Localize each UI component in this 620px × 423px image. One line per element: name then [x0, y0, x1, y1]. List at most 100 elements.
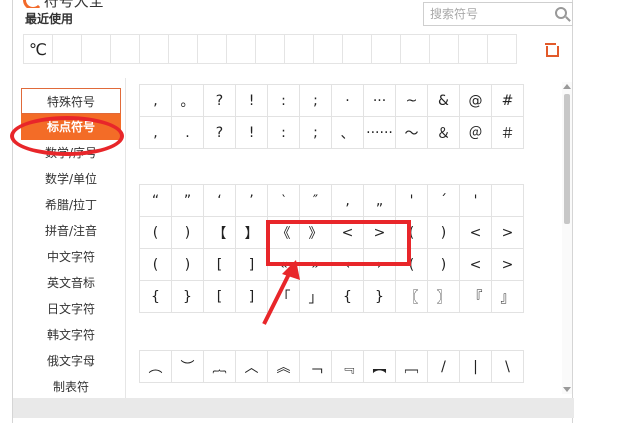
scroll-up-icon[interactable] — [563, 84, 571, 89]
symbol-cell[interactable]: ( — [139, 216, 172, 249]
symbol-cell[interactable]: ‘ — [203, 184, 236, 217]
symbol-cell[interactable]: ‚ — [331, 184, 364, 217]
recent-symbol-cell[interactable] — [371, 34, 401, 64]
recent-symbol-cell[interactable] — [284, 34, 314, 64]
symbol-cell[interactable]: ﹃ — [331, 350, 364, 383]
symbol-cell[interactable]: ″ — [299, 184, 332, 217]
symbol-cell[interactable]: ﹇ — [395, 350, 428, 383]
symbol-cell[interactable]: > — [491, 216, 524, 249]
symbol-cell[interactable]: 〗 — [427, 280, 460, 313]
symbol-cell[interactable]: “ — [139, 184, 172, 217]
search-box[interactable] — [423, 2, 573, 26]
symbol-cell[interactable]: ︿ — [235, 350, 268, 383]
symbol-cell[interactable]: 『 — [459, 280, 492, 313]
search-input[interactable] — [424, 3, 544, 25]
sidebar-item-math-unit[interactable]: 数学/单位 — [21, 166, 121, 192]
symbol-cell[interactable]: @ — [459, 84, 492, 117]
symbol-cell[interactable]: ＃ — [491, 116, 524, 149]
symbol-cell[interactable]: ＆ — [427, 116, 460, 149]
symbol-cell[interactable]: [ — [203, 280, 236, 313]
symbol-cell[interactable]: ( — [139, 248, 172, 281]
symbol-cell[interactable]: { — [331, 280, 364, 313]
recent-symbol-cell[interactable] — [226, 34, 256, 64]
symbol-cell[interactable]: , — [139, 84, 172, 117]
sidebar-item-russian[interactable]: 俄文字母 — [21, 348, 121, 374]
recent-symbol-cell[interactable] — [487, 34, 517, 64]
symbol-cell[interactable]: ? — [203, 84, 236, 117]
symbol-cell[interactable]: „ — [363, 184, 396, 217]
symbol-cell[interactable]: ” — [171, 184, 204, 217]
symbol-cell[interactable]: . — [171, 116, 204, 149]
recent-symbol-cell[interactable] — [52, 34, 82, 64]
symbol-cell[interactable]: ··· — [363, 84, 396, 117]
symbol-cell[interactable]: ) — [171, 248, 204, 281]
symbol-cell[interactable]: ﹁ — [299, 350, 332, 383]
sidebar-item-korean[interactable]: 韩文字符 — [21, 322, 121, 348]
symbol-cell[interactable]: } — [171, 280, 204, 313]
symbol-cell[interactable]: ︷ — [203, 350, 236, 383]
sidebar-item-greek-latin[interactable]: 希腊/拉丁 — [21, 192, 121, 218]
symbol-cell[interactable]: 】 — [235, 216, 268, 249]
recent-symbol-cell[interactable] — [458, 34, 488, 64]
symbol-cell[interactable]: : — [267, 84, 300, 117]
symbol-cell[interactable]: ︻ — [363, 350, 396, 383]
recent-symbol-cell[interactable] — [255, 34, 285, 64]
sidebar-item-special[interactable]: 特殊符号 — [21, 88, 121, 114]
symbol-cell[interactable]: \ — [491, 350, 524, 383]
symbol-cell[interactable]: < — [459, 248, 492, 281]
symbol-cell[interactable]: ︵ — [139, 350, 172, 383]
symbol-cell[interactable]: ! — [235, 116, 268, 149]
symbol-cell[interactable]: ~ — [395, 84, 428, 117]
symbol-cell[interactable]: ! — [235, 84, 268, 117]
symbol-cell[interactable]: / — [427, 350, 460, 383]
sidebar-item-chinese[interactable]: 中文字符 — [21, 244, 121, 270]
recent-symbol-cell[interactable]: ℃ — [23, 34, 53, 64]
recent-symbol-cell[interactable] — [313, 34, 343, 64]
symbol-cell[interactable]: 』 — [491, 280, 524, 313]
symbol-cell[interactable]: , — [139, 116, 172, 149]
recent-symbol-cell[interactable] — [342, 34, 372, 64]
recent-symbol-cell[interactable] — [400, 34, 430, 64]
symbol-cell[interactable]: ´ — [427, 184, 460, 217]
symbol-cell[interactable]: > — [491, 248, 524, 281]
symbol-cell[interactable]: ) — [427, 248, 460, 281]
symbol-cell[interactable]: ; — [299, 116, 332, 149]
symbol-cell[interactable]: 【 — [203, 216, 236, 249]
recent-symbol-cell[interactable] — [81, 34, 111, 64]
symbol-cell[interactable]: [ — [203, 248, 236, 281]
symbol-cell[interactable]: : — [267, 116, 300, 149]
symbol-cell[interactable]: } — [363, 280, 396, 313]
symbol-cell[interactable]: ? — [203, 116, 236, 149]
symbol-cell[interactable]: ～ — [395, 116, 428, 149]
symbol-cell[interactable]: 〖 — [395, 280, 428, 313]
sidebar-item-box-drawing[interactable]: 制表符 — [21, 374, 121, 400]
symbol-cell[interactable] — [491, 184, 524, 217]
grid-scrollbar[interactable] — [562, 82, 572, 394]
recent-symbol-cell[interactable] — [197, 34, 227, 64]
symbol-cell[interactable]: { — [139, 280, 172, 313]
symbol-cell[interactable]: ) — [427, 216, 460, 249]
sidebar-item-phonetic[interactable]: 英文音标 — [21, 270, 121, 296]
recent-symbol-cell[interactable] — [429, 34, 459, 64]
recent-symbol-cell[interactable] — [110, 34, 140, 64]
recent-symbol-cell[interactable] — [168, 34, 198, 64]
symbol-cell[interactable]: ; — [299, 84, 332, 117]
symbol-cell[interactable]: · — [331, 84, 364, 117]
symbol-cell[interactable]: ······ — [363, 116, 396, 149]
symbol-cell[interactable]: | — [459, 350, 492, 383]
symbol-cell[interactable]: ' — [395, 184, 428, 217]
symbol-cell[interactable]: & — [427, 84, 460, 117]
sidebar-item-pinyin[interactable]: 拼音/注音 — [21, 218, 121, 244]
symbol-cell[interactable]: ' — [459, 184, 492, 217]
symbol-cell[interactable]: 。 — [171, 84, 204, 117]
symbol-cell[interactable]: < — [459, 216, 492, 249]
scroll-thumb[interactable] — [564, 94, 570, 224]
search-icon[interactable] — [555, 7, 567, 19]
trash-icon[interactable] — [545, 43, 559, 57]
symbol-cell[interactable]: ︶ — [171, 350, 204, 383]
recent-symbol-cell[interactable] — [139, 34, 169, 64]
symbol-cell[interactable]: ＠ — [459, 116, 492, 149]
symbol-cell[interactable]: ‵ — [267, 184, 300, 217]
symbol-cell[interactable]: ︽ — [267, 350, 300, 383]
sidebar-item-japanese[interactable]: 日文字符 — [21, 296, 121, 322]
